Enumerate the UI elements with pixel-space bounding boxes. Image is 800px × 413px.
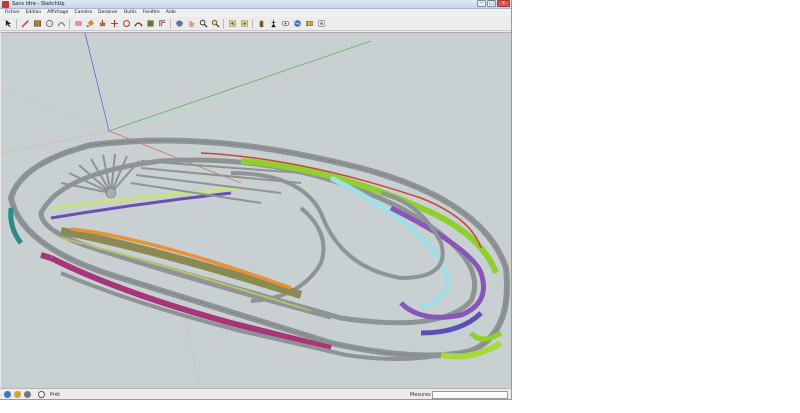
- measurements-label: Mesures: [410, 392, 431, 398]
- menu-dessiner[interactable]: Dessiner: [95, 9, 121, 17]
- sketchup-window: Sans titre - SketchUp – □ x Fichier Edit…: [0, 0, 512, 400]
- rectangle-icon[interactable]: [32, 19, 42, 29]
- menu-bar: Fichier Edition Affichage Caméra Dessine…: [0, 9, 511, 17]
- menu-affichage[interactable]: Affichage: [44, 9, 71, 17]
- paint-bucket-icon[interactable]: [85, 19, 95, 29]
- position-camera-icon[interactable]: [256, 19, 266, 29]
- menu-fenetre[interactable]: Fenêtre: [140, 9, 163, 17]
- green-axis-line: [108, 40, 372, 132]
- status-bar: Prêt Mesures: [0, 388, 511, 399]
- menu-camera[interactable]: Caméra: [71, 9, 95, 17]
- minimize-button[interactable]: –: [477, 0, 486, 7]
- 3d-viewport[interactable]: [1, 32, 511, 389]
- warehouse-icon[interactable]: [292, 19, 302, 29]
- previous-view-icon[interactable]: [227, 19, 237, 29]
- circle-icon[interactable]: [44, 19, 54, 29]
- geo-location-icon[interactable]: [4, 391, 11, 398]
- rotate-icon[interactable]: [121, 19, 131, 29]
- eraser-icon[interactable]: [73, 19, 83, 29]
- status-text: Prêt: [50, 392, 60, 398]
- move-icon[interactable]: [109, 19, 119, 29]
- pencil-icon[interactable]: [20, 19, 30, 29]
- offset-icon[interactable]: [157, 19, 167, 29]
- turntable: [105, 187, 117, 199]
- turntable-fan-tracks: [60, 153, 140, 194]
- scale-icon[interactable]: [145, 19, 155, 29]
- window-controls: – □ x: [476, 0, 510, 8]
- menu-outils[interactable]: Outils: [121, 9, 140, 17]
- help-icon[interactable]: [38, 391, 45, 398]
- select-arrow-icon[interactable]: [3, 19, 13, 29]
- push-pull-icon[interactable]: [97, 19, 107, 29]
- extension-icon[interactable]: [316, 19, 326, 29]
- arc-icon[interactable]: [56, 19, 66, 29]
- track-layout-model: [1, 33, 510, 389]
- pan-icon[interactable]: [186, 19, 196, 29]
- title-bar: Sans titre - SketchUp – □ x: [0, 0, 511, 9]
- user-icon[interactable]: [24, 391, 31, 398]
- tool-bar: [0, 17, 511, 31]
- sketchup-logo-icon: [2, 1, 9, 8]
- look-around-icon[interactable]: [280, 19, 290, 29]
- green-axis-dashed: [1, 87, 110, 132]
- walk-icon[interactable]: [268, 19, 278, 29]
- measurements-input[interactable]: [432, 391, 508, 399]
- close-button[interactable]: x: [497, 0, 510, 7]
- components-icon[interactable]: [304, 19, 314, 29]
- menu-fichier[interactable]: Fichier: [2, 9, 23, 17]
- follow-me-icon[interactable]: [133, 19, 143, 29]
- zoom-extents-icon[interactable]: [210, 19, 220, 29]
- orbit-icon[interactable]: [174, 19, 184, 29]
- credits-icon[interactable]: [14, 391, 21, 398]
- window-title: Sans titre - SketchUp: [12, 1, 65, 7]
- blue-axis-line: [84, 33, 110, 132]
- menu-aide[interactable]: Aide: [163, 9, 179, 17]
- zoom-icon[interactable]: [198, 19, 208, 29]
- menu-edition[interactable]: Edition: [23, 9, 45, 17]
- next-view-icon[interactable]: [239, 19, 249, 29]
- maximize-button[interactable]: □: [487, 0, 496, 7]
